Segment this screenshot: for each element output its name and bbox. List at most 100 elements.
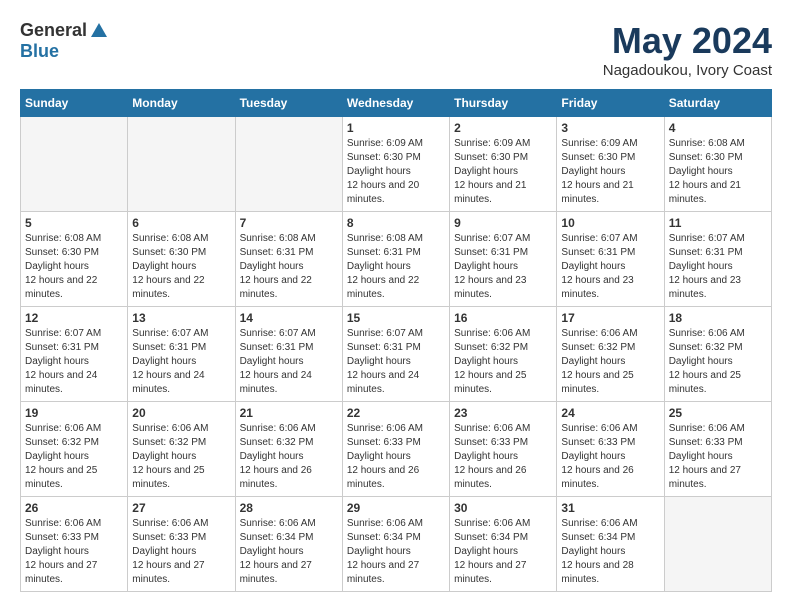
day-number: 31 bbox=[561, 501, 659, 515]
day-number: 15 bbox=[347, 311, 445, 325]
day-info: Sunrise: 6:06 AM Sunset: 6:33 PM Dayligh… bbox=[132, 517, 230, 587]
day-info: Sunrise: 6:09 AM Sunset: 6:30 PM Dayligh… bbox=[561, 137, 659, 207]
day-number: 11 bbox=[669, 216, 767, 230]
weekday-header-row: SundayMondayTuesdayWednesdayThursdayFrid… bbox=[21, 90, 772, 117]
location-text: Nagadoukou, Ivory Coast bbox=[603, 62, 772, 79]
weekday-header-saturday: Saturday bbox=[664, 90, 771, 117]
day-info: Sunrise: 6:06 AM Sunset: 6:32 PM Dayligh… bbox=[669, 327, 767, 397]
calendar-week-row: 5 Sunrise: 6:08 AM Sunset: 6:30 PM Dayli… bbox=[21, 212, 772, 307]
weekday-header-sunday: Sunday bbox=[21, 90, 128, 117]
logo-general-text: General bbox=[20, 20, 87, 41]
month-title: May 2024 bbox=[603, 20, 772, 62]
calendar-cell: 20 Sunrise: 6:06 AM Sunset: 6:32 PM Dayl… bbox=[128, 402, 235, 497]
calendar-cell: 24 Sunrise: 6:06 AM Sunset: 6:33 PM Dayl… bbox=[557, 402, 664, 497]
calendar-cell: 4 Sunrise: 6:08 AM Sunset: 6:30 PM Dayli… bbox=[664, 117, 771, 212]
day-number: 17 bbox=[561, 311, 659, 325]
calendar-cell: 2 Sunrise: 6:09 AM Sunset: 6:30 PM Dayli… bbox=[450, 117, 557, 212]
day-number: 3 bbox=[561, 121, 659, 135]
day-info: Sunrise: 6:07 AM Sunset: 6:31 PM Dayligh… bbox=[240, 327, 338, 397]
day-number: 14 bbox=[240, 311, 338, 325]
day-info: Sunrise: 6:08 AM Sunset: 6:31 PM Dayligh… bbox=[240, 232, 338, 302]
day-number: 4 bbox=[669, 121, 767, 135]
day-number: 16 bbox=[454, 311, 552, 325]
calendar-cell: 3 Sunrise: 6:09 AM Sunset: 6:30 PM Dayli… bbox=[557, 117, 664, 212]
calendar-cell bbox=[128, 117, 235, 212]
day-number: 8 bbox=[347, 216, 445, 230]
day-number: 13 bbox=[132, 311, 230, 325]
day-number: 22 bbox=[347, 406, 445, 420]
day-number: 20 bbox=[132, 406, 230, 420]
calendar-week-row: 26 Sunrise: 6:06 AM Sunset: 6:33 PM Dayl… bbox=[21, 497, 772, 592]
day-number: 21 bbox=[240, 406, 338, 420]
calendar-cell: 19 Sunrise: 6:06 AM Sunset: 6:32 PM Dayl… bbox=[21, 402, 128, 497]
calendar-cell: 14 Sunrise: 6:07 AM Sunset: 6:31 PM Dayl… bbox=[235, 307, 342, 402]
calendar-cell: 16 Sunrise: 6:06 AM Sunset: 6:32 PM Dayl… bbox=[450, 307, 557, 402]
day-number: 7 bbox=[240, 216, 338, 230]
calendar-cell: 25 Sunrise: 6:06 AM Sunset: 6:33 PM Dayl… bbox=[664, 402, 771, 497]
weekday-header-monday: Monday bbox=[128, 90, 235, 117]
calendar-cell bbox=[21, 117, 128, 212]
calendar-cell: 17 Sunrise: 6:06 AM Sunset: 6:32 PM Dayl… bbox=[557, 307, 664, 402]
day-info: Sunrise: 6:08 AM Sunset: 6:31 PM Dayligh… bbox=[347, 232, 445, 302]
calendar-cell: 21 Sunrise: 6:06 AM Sunset: 6:32 PM Dayl… bbox=[235, 402, 342, 497]
logo: General Blue bbox=[20, 20, 109, 62]
day-number: 2 bbox=[454, 121, 552, 135]
weekday-header-friday: Friday bbox=[557, 90, 664, 117]
day-info: Sunrise: 6:06 AM Sunset: 6:32 PM Dayligh… bbox=[561, 327, 659, 397]
day-number: 24 bbox=[561, 406, 659, 420]
day-info: Sunrise: 6:06 AM Sunset: 6:34 PM Dayligh… bbox=[561, 517, 659, 587]
calendar-cell: 23 Sunrise: 6:06 AM Sunset: 6:33 PM Dayl… bbox=[450, 402, 557, 497]
calendar-cell: 22 Sunrise: 6:06 AM Sunset: 6:33 PM Dayl… bbox=[342, 402, 449, 497]
calendar-cell: 1 Sunrise: 6:09 AM Sunset: 6:30 PM Dayli… bbox=[342, 117, 449, 212]
day-info: Sunrise: 6:09 AM Sunset: 6:30 PM Dayligh… bbox=[347, 137, 445, 207]
weekday-header-wednesday: Wednesday bbox=[342, 90, 449, 117]
day-info: Sunrise: 6:08 AM Sunset: 6:30 PM Dayligh… bbox=[25, 232, 123, 302]
day-number: 1 bbox=[347, 121, 445, 135]
calendar-cell: 6 Sunrise: 6:08 AM Sunset: 6:30 PM Dayli… bbox=[128, 212, 235, 307]
day-info: Sunrise: 6:06 AM Sunset: 6:33 PM Dayligh… bbox=[347, 422, 445, 492]
day-info: Sunrise: 6:08 AM Sunset: 6:30 PM Dayligh… bbox=[132, 232, 230, 302]
day-info: Sunrise: 6:06 AM Sunset: 6:32 PM Dayligh… bbox=[454, 327, 552, 397]
day-info: Sunrise: 6:07 AM Sunset: 6:31 PM Dayligh… bbox=[454, 232, 552, 302]
day-number: 18 bbox=[669, 311, 767, 325]
day-info: Sunrise: 6:06 AM Sunset: 6:32 PM Dayligh… bbox=[132, 422, 230, 492]
logo-icon bbox=[89, 21, 109, 41]
day-info: Sunrise: 6:08 AM Sunset: 6:30 PM Dayligh… bbox=[669, 137, 767, 207]
calendar-cell bbox=[235, 117, 342, 212]
day-info: Sunrise: 6:06 AM Sunset: 6:33 PM Dayligh… bbox=[669, 422, 767, 492]
calendar-cell bbox=[664, 497, 771, 592]
calendar-week-row: 12 Sunrise: 6:07 AM Sunset: 6:31 PM Dayl… bbox=[21, 307, 772, 402]
day-number: 6 bbox=[132, 216, 230, 230]
calendar-cell: 5 Sunrise: 6:08 AM Sunset: 6:30 PM Dayli… bbox=[21, 212, 128, 307]
day-number: 28 bbox=[240, 501, 338, 515]
calendar-table: SundayMondayTuesdayWednesdayThursdayFrid… bbox=[20, 89, 772, 592]
day-info: Sunrise: 6:06 AM Sunset: 6:34 PM Dayligh… bbox=[347, 517, 445, 587]
day-info: Sunrise: 6:07 AM Sunset: 6:31 PM Dayligh… bbox=[669, 232, 767, 302]
calendar-cell: 27 Sunrise: 6:06 AM Sunset: 6:33 PM Dayl… bbox=[128, 497, 235, 592]
calendar-week-row: 1 Sunrise: 6:09 AM Sunset: 6:30 PM Dayli… bbox=[21, 117, 772, 212]
day-info: Sunrise: 6:07 AM Sunset: 6:31 PM Dayligh… bbox=[561, 232, 659, 302]
day-info: Sunrise: 6:06 AM Sunset: 6:34 PM Dayligh… bbox=[240, 517, 338, 587]
day-info: Sunrise: 6:06 AM Sunset: 6:33 PM Dayligh… bbox=[25, 517, 123, 587]
day-info: Sunrise: 6:06 AM Sunset: 6:33 PM Dayligh… bbox=[561, 422, 659, 492]
day-info: Sunrise: 6:07 AM Sunset: 6:31 PM Dayligh… bbox=[132, 327, 230, 397]
day-info: Sunrise: 6:06 AM Sunset: 6:34 PM Dayligh… bbox=[454, 517, 552, 587]
day-info: Sunrise: 6:06 AM Sunset: 6:32 PM Dayligh… bbox=[25, 422, 123, 492]
day-number: 23 bbox=[454, 406, 552, 420]
calendar-cell: 29 Sunrise: 6:06 AM Sunset: 6:34 PM Dayl… bbox=[342, 497, 449, 592]
calendar-cell: 30 Sunrise: 6:06 AM Sunset: 6:34 PM Dayl… bbox=[450, 497, 557, 592]
calendar-cell: 18 Sunrise: 6:06 AM Sunset: 6:32 PM Dayl… bbox=[664, 307, 771, 402]
day-info: Sunrise: 6:07 AM Sunset: 6:31 PM Dayligh… bbox=[25, 327, 123, 397]
calendar-cell: 10 Sunrise: 6:07 AM Sunset: 6:31 PM Dayl… bbox=[557, 212, 664, 307]
day-number: 9 bbox=[454, 216, 552, 230]
day-number: 30 bbox=[454, 501, 552, 515]
calendar-cell: 13 Sunrise: 6:07 AM Sunset: 6:31 PM Dayl… bbox=[128, 307, 235, 402]
day-info: Sunrise: 6:06 AM Sunset: 6:32 PM Dayligh… bbox=[240, 422, 338, 492]
calendar-cell: 12 Sunrise: 6:07 AM Sunset: 6:31 PM Dayl… bbox=[21, 307, 128, 402]
calendar-cell: 11 Sunrise: 6:07 AM Sunset: 6:31 PM Dayl… bbox=[664, 212, 771, 307]
page-header: General Blue May 2024 Nagadoukou, Ivory … bbox=[20, 20, 772, 79]
calendar-cell: 7 Sunrise: 6:08 AM Sunset: 6:31 PM Dayli… bbox=[235, 212, 342, 307]
day-number: 12 bbox=[25, 311, 123, 325]
title-block: May 2024 Nagadoukou, Ivory Coast bbox=[603, 20, 772, 79]
calendar-week-row: 19 Sunrise: 6:06 AM Sunset: 6:32 PM Dayl… bbox=[21, 402, 772, 497]
